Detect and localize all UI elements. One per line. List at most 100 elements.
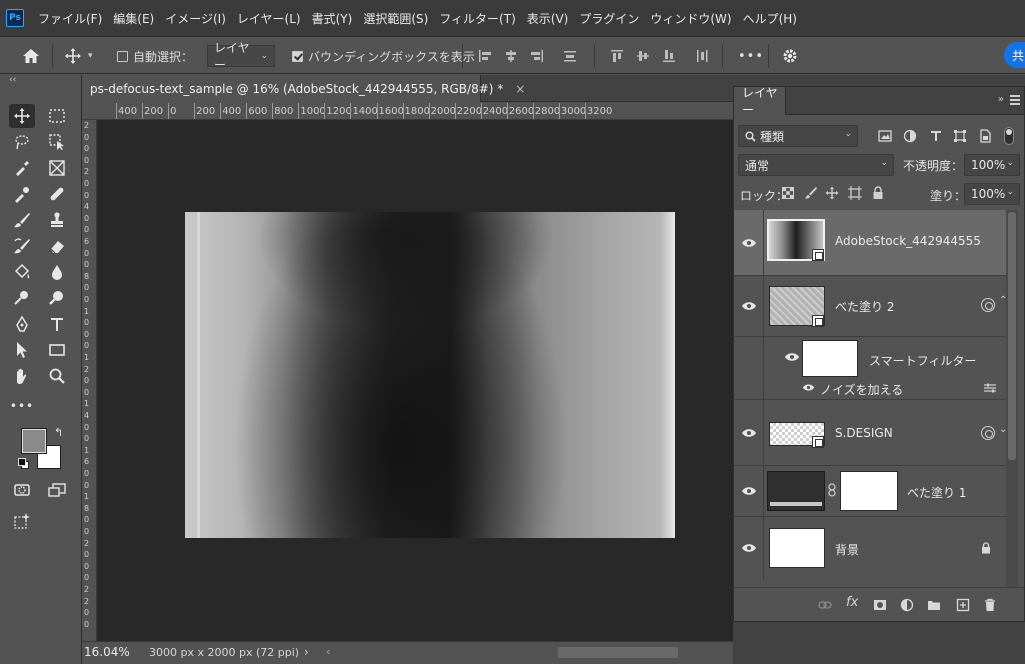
eye-icon[interactable] bbox=[741, 428, 757, 438]
menu-help[interactable]: ヘルプ(H) bbox=[743, 10, 797, 27]
menu-layer[interactable]: レイヤー(L) bbox=[237, 10, 301, 27]
move-tool-preset[interactable]: ▾ bbox=[64, 37, 93, 75]
panel-menu-icon[interactable] bbox=[1010, 95, 1020, 105]
adjustment-layer-icon[interactable] bbox=[900, 598, 914, 612]
new-layer-icon[interactable] bbox=[956, 598, 970, 612]
default-colors-icon[interactable] bbox=[18, 458, 29, 469]
eraser-tool[interactable] bbox=[44, 234, 70, 258]
checkbox-icon[interactable] bbox=[117, 50, 128, 62]
quick-mask-button[interactable] bbox=[9, 478, 35, 502]
align-right-button[interactable] bbox=[530, 37, 544, 75]
frame-tool[interactable] bbox=[44, 156, 70, 180]
layer-name[interactable]: べた塗り 2 bbox=[835, 298, 894, 315]
scrollbar-thumb[interactable] bbox=[1008, 212, 1016, 460]
scroll-left-arrow[interactable]: ‹ bbox=[326, 645, 330, 658]
filter-effect-row[interactable]: ノイズを加える bbox=[734, 378, 1006, 400]
menu-plugins[interactable]: プラグイン bbox=[579, 10, 639, 27]
smart-filter-row[interactable]: スマートフィルター bbox=[734, 337, 1006, 378]
blur-tool[interactable] bbox=[44, 260, 70, 284]
zoom-alt-tool[interactable] bbox=[44, 286, 70, 310]
layer-row[interactable]: AdobeStock_442944555 bbox=[734, 210, 1006, 276]
screen-mode-button[interactable] bbox=[44, 478, 70, 502]
layer-name[interactable]: S.DESIGN bbox=[835, 426, 893, 440]
layer-name[interactable]: AdobeStock_442944555 bbox=[835, 234, 981, 248]
layer-mask-thumbnail[interactable] bbox=[840, 471, 898, 511]
object-selection-tool[interactable] bbox=[44, 130, 70, 154]
document-tab[interactable]: ps-defocus-text_sample @ 16% (AdobeStock… bbox=[82, 75, 525, 102]
lock-position-icon[interactable] bbox=[825, 186, 839, 200]
home-button[interactable] bbox=[22, 37, 40, 75]
dodge-tool[interactable] bbox=[9, 286, 35, 310]
history-brush-tool[interactable] bbox=[9, 234, 35, 258]
layer-name[interactable]: べた塗り 1 bbox=[907, 484, 966, 501]
menu-file[interactable]: ファイル(F) bbox=[38, 10, 102, 27]
rectangle-tool[interactable] bbox=[44, 338, 70, 362]
filter-type-icon[interactable] bbox=[929, 129, 943, 143]
foreground-color-swatch[interactable] bbox=[21, 428, 47, 454]
lock-all-icon[interactable] bbox=[871, 186, 885, 200]
filter-toggle-switch[interactable] bbox=[1004, 127, 1014, 145]
canvas-image[interactable] bbox=[185, 212, 675, 538]
layer-row[interactable]: 背景 bbox=[734, 517, 1006, 579]
lock-pixels-icon[interactable] bbox=[804, 186, 818, 200]
menu-type[interactable]: 書式(Y) bbox=[312, 10, 353, 27]
effects-icon[interactable] bbox=[981, 298, 995, 312]
collapse-panel-icon[interactable]: » bbox=[998, 94, 1004, 105]
lock-artboard-icon[interactable] bbox=[848, 186, 862, 200]
layer-name[interactable]: 背景 bbox=[835, 541, 859, 558]
filter-adjustment-icon[interactable] bbox=[903, 129, 917, 143]
align-left-button[interactable] bbox=[478, 37, 492, 75]
hand-tool[interactable] bbox=[9, 364, 35, 388]
opacity-field[interactable]: 100% ⌄ bbox=[964, 154, 1020, 176]
distribute-horizontal-button[interactable] bbox=[695, 37, 709, 75]
eyedropper-tool[interactable] bbox=[9, 156, 35, 180]
eye-icon[interactable] bbox=[784, 352, 800, 362]
eye-icon[interactable] bbox=[741, 543, 757, 553]
layer-row[interactable]: べた塗り 1 bbox=[734, 466, 1006, 517]
add-mask-icon[interactable] bbox=[873, 598, 887, 612]
eye-icon[interactable] bbox=[741, 486, 757, 496]
canvas-workspace[interactable] bbox=[97, 120, 733, 641]
horizontal-scrollbar[interactable] bbox=[558, 647, 678, 658]
move-tool[interactable] bbox=[9, 104, 35, 128]
layer-row[interactable]: べた塗り 2 ⌃ bbox=[734, 276, 1007, 337]
link-layers-icon[interactable] bbox=[818, 598, 832, 612]
menu-image[interactable]: イメージ(I) bbox=[165, 10, 226, 27]
link-icon[interactable] bbox=[828, 483, 836, 497]
close-icon[interactable]: × bbox=[515, 82, 525, 96]
status-menu-arrow[interactable]: › bbox=[304, 645, 309, 659]
eyedropper-tool-2[interactable] bbox=[9, 182, 35, 206]
filter-smart-object-icon[interactable] bbox=[978, 129, 992, 143]
fill-field[interactable]: 100% ⌄ bbox=[964, 183, 1020, 205]
settings-button[interactable] bbox=[781, 37, 799, 75]
align-bottom-button[interactable] bbox=[662, 37, 676, 75]
healing-brush-tool[interactable] bbox=[44, 182, 70, 206]
new-group-icon[interactable] bbox=[927, 598, 941, 612]
blend-mode-dropdown[interactable]: 通常 ⌄ bbox=[738, 154, 894, 176]
brush-tool[interactable] bbox=[9, 208, 35, 232]
menu-view[interactable]: 表示(V) bbox=[527, 10, 569, 27]
effects-icon[interactable] bbox=[981, 426, 995, 440]
zoom-tool[interactable] bbox=[44, 364, 70, 388]
auto-select-toggle[interactable]: 自動選択： bbox=[117, 37, 193, 75]
share-button[interactable]: 共 bbox=[1004, 42, 1025, 68]
menu-filter[interactable]: フィルター(T) bbox=[439, 10, 515, 27]
auto-select-target-dropdown[interactable]: レイヤー ⌄ bbox=[207, 41, 275, 72]
layers-scrollbar[interactable] bbox=[1006, 210, 1018, 587]
paint-bucket-tool[interactable] bbox=[9, 260, 35, 284]
clone-stamp-tool[interactable] bbox=[44, 208, 70, 232]
checkbox-checked-icon[interactable] bbox=[292, 50, 303, 62]
edit-toolbar-button[interactable]: ••• bbox=[9, 394, 35, 418]
align-middle-button[interactable] bbox=[636, 37, 650, 75]
bounding-box-toggle[interactable]: バウンディングボックスを表示 bbox=[292, 37, 475, 75]
trash-icon[interactable] bbox=[983, 598, 997, 612]
filter-pixel-icon[interactable] bbox=[878, 129, 892, 143]
filter-shape-icon[interactable] bbox=[953, 129, 967, 143]
eye-icon[interactable] bbox=[741, 301, 757, 311]
menu-select[interactable]: 選択範囲(S) bbox=[363, 10, 428, 27]
collapse-icon[interactable]: ‹‹ bbox=[9, 75, 16, 85]
filter-name[interactable]: ノイズを加える bbox=[820, 381, 903, 398]
marquee-tool[interactable] bbox=[44, 104, 70, 128]
pen-tool[interactable] bbox=[9, 312, 35, 336]
add-layer-style-button[interactable]: fx bbox=[846, 595, 858, 610]
